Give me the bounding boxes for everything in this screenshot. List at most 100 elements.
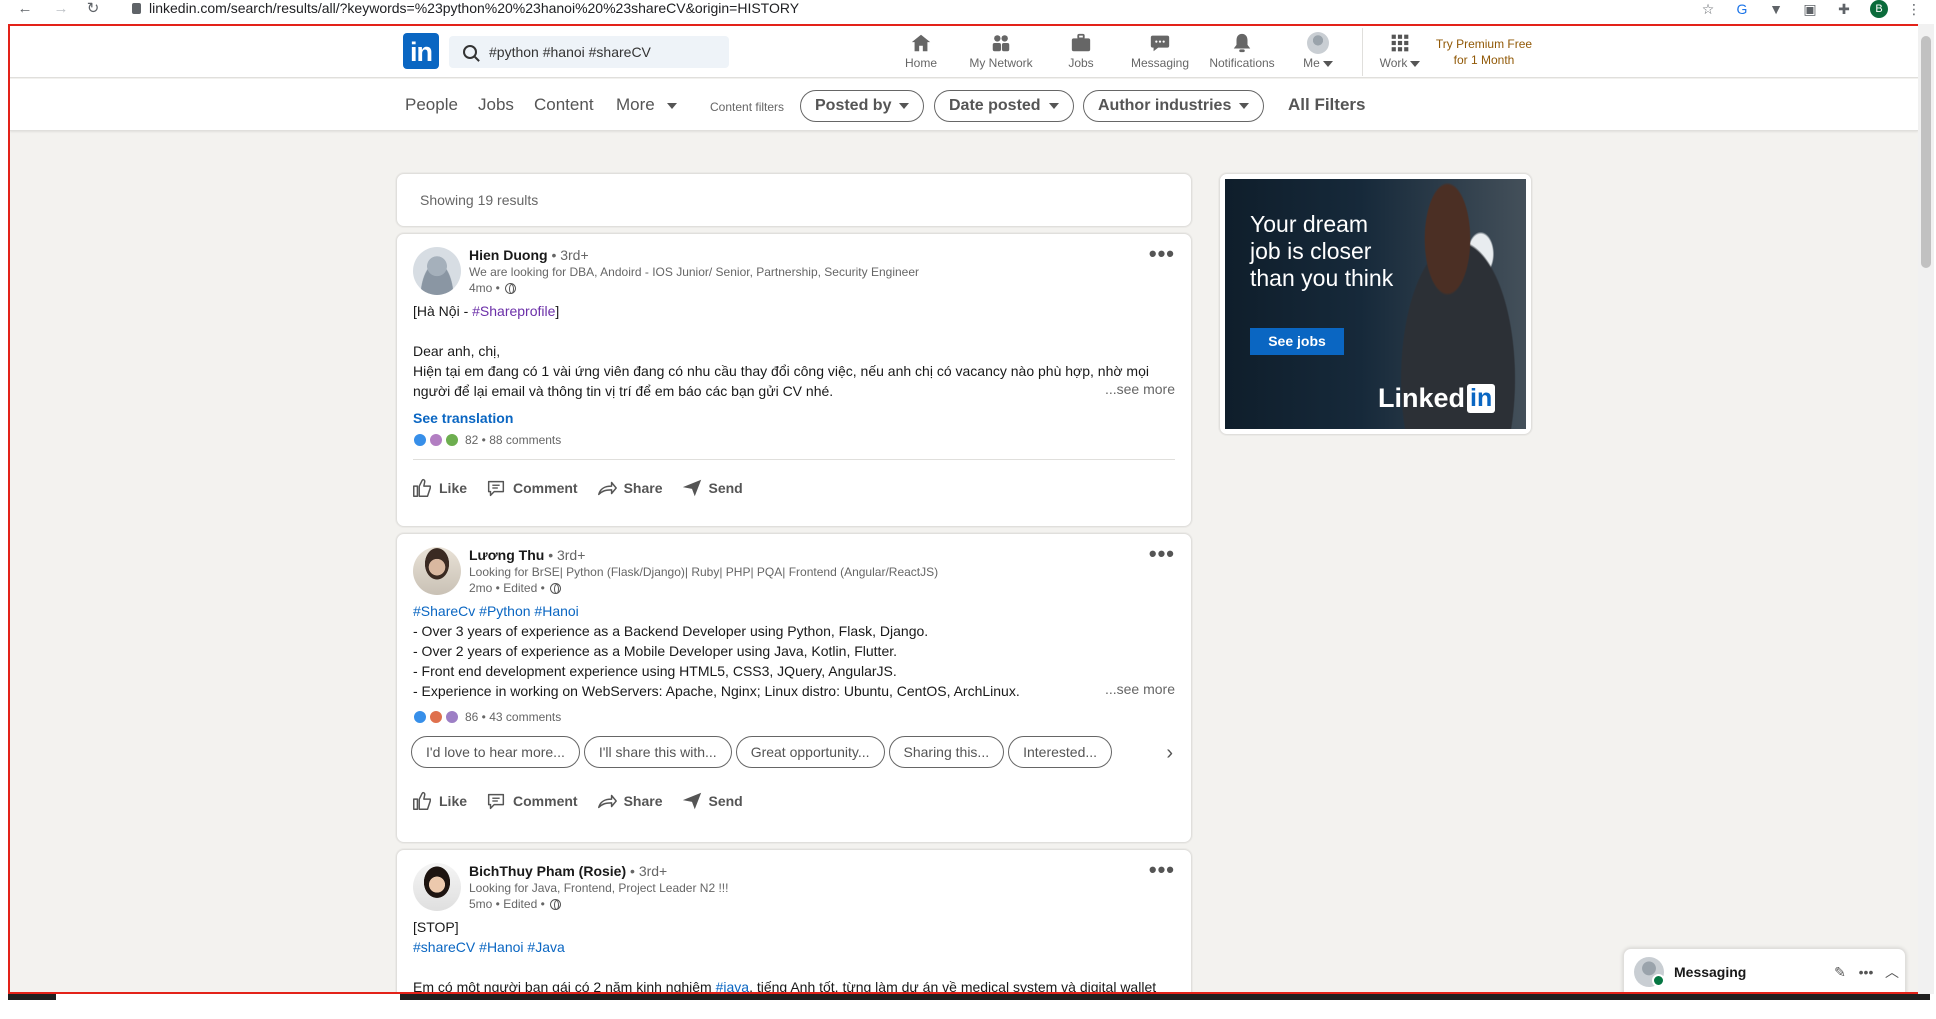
- linkedin-logo[interactable]: in: [403, 33, 439, 69]
- send-label: Send: [708, 793, 743, 809]
- see-more-link[interactable]: ...see more: [1105, 381, 1175, 397]
- author-avatar[interactable]: [413, 247, 461, 295]
- tab-jobs[interactable]: Jobs: [478, 95, 514, 115]
- author-avatar[interactable]: [413, 863, 461, 911]
- author-name[interactable]: Lương Thu • 3rd+: [469, 547, 585, 563]
- chevron-down-icon: [1322, 60, 1333, 67]
- more-options-icon[interactable]: •••: [1149, 543, 1175, 565]
- chevron-up-icon[interactable]: ︿: [1879, 962, 1905, 982]
- author-name[interactable]: Hien Duong • 3rd+: [469, 247, 589, 263]
- ad-banner[interactable]: Your dream job is closer than you think …: [1225, 179, 1526, 429]
- search-box[interactable]: [449, 36, 729, 68]
- scrollbar-thumb[interactable]: [1921, 36, 1931, 268]
- hashtag-link[interactable]: #shareCV: [413, 939, 475, 955]
- chevron-down-icon: [1239, 103, 1250, 109]
- filter-date-posted-label: Date posted: [949, 97, 1041, 114]
- post-time-text: 4mo •: [469, 281, 500, 295]
- browser-extensions: ☆ G ▼ ▣ ✚ B ⋮: [1700, 0, 1922, 18]
- more-options-icon[interactable]: •••: [1149, 243, 1175, 265]
- premium-link[interactable]: Try Premium Free for 1 Month: [1424, 36, 1544, 68]
- filter-author-industries[interactable]: Author industries: [1083, 90, 1265, 122]
- author-name[interactable]: BichThuy Pham (Rosie) • 3rd+: [469, 863, 667, 879]
- hashtag-link[interactable]: #Hanoi: [479, 939, 523, 955]
- post-line: [STOP]: [413, 919, 459, 935]
- tab-more[interactable]: More: [616, 95, 678, 115]
- author-avatar[interactable]: [413, 547, 461, 595]
- nav-jobs[interactable]: Jobs: [1062, 30, 1100, 76]
- like-button[interactable]: Like: [411, 789, 467, 813]
- nav-home[interactable]: Home: [896, 30, 946, 76]
- like-button[interactable]: Like: [411, 476, 467, 500]
- filter-date-posted[interactable]: Date posted: [934, 90, 1074, 122]
- shield-icon[interactable]: ▼: [1768, 1, 1784, 17]
- back-icon[interactable]: ←: [12, 0, 38, 18]
- hashtag-link[interactable]: #java: [716, 979, 749, 992]
- social-counts[interactable]: 86 • 43 comments: [413, 710, 561, 724]
- suggested-comment[interactable]: I'll share this with...: [583, 736, 732, 768]
- send-button[interactable]: Send: [681, 789, 743, 813]
- all-filters-button[interactable]: All Filters: [1288, 95, 1365, 115]
- tab-people[interactable]: People: [405, 95, 458, 115]
- hashtag-link[interactable]: #Python: [479, 603, 530, 619]
- ad-card[interactable]: Your dream job is closer than you think …: [1219, 173, 1532, 435]
- comment-button[interactable]: Comment: [485, 476, 578, 500]
- share-icon: [597, 481, 617, 496]
- hashtag-link[interactable]: #Shareprofile: [472, 303, 555, 319]
- share-button[interactable]: Share: [596, 789, 663, 813]
- post-line: - Over 3 years of experience as a Backen…: [413, 623, 929, 639]
- messaging-label: Messaging: [1674, 964, 1747, 980]
- suggested-comment[interactable]: Sharing this...: [888, 736, 1005, 768]
- post-line: Dear anh, chị,: [413, 343, 501, 359]
- messaging-overlay[interactable]: Messaging ✎ ••• ︿: [1623, 948, 1906, 992]
- social-counts[interactable]: 82 • 88 comments: [413, 433, 561, 447]
- share-button[interactable]: Share: [596, 476, 663, 500]
- profile-avatar[interactable]: B: [1870, 0, 1888, 18]
- more-options-icon[interactable]: •••: [1853, 964, 1879, 980]
- see-translation-link[interactable]: See translation: [413, 410, 513, 426]
- nav-notifications[interactable]: Notifications: [1206, 30, 1278, 76]
- tab-content[interactable]: Content: [534, 95, 594, 115]
- comment-icon: [487, 480, 505, 497]
- see-jobs-button[interactable]: See jobs: [1250, 328, 1344, 355]
- address-bar[interactable]: linkedin.com/search/results/all/?keyword…: [132, 0, 799, 16]
- divider: [413, 459, 1175, 460]
- chevron-down-icon: [899, 103, 910, 109]
- see-more-link[interactable]: ...see more: [1105, 681, 1175, 697]
- more-options-icon[interactable]: •••: [1149, 859, 1175, 881]
- compose-icon[interactable]: ✎: [1827, 964, 1853, 981]
- nav-jobs-label: Jobs: [1068, 56, 1094, 70]
- puzzle-icon[interactable]: ✚: [1836, 1, 1852, 17]
- nav-my-network[interactable]: My Network: [960, 30, 1042, 76]
- linkedin-ad-logo: Linked in: [1378, 383, 1496, 414]
- premium-line1: Try Premium Free: [1435, 37, 1533, 51]
- nav-messaging[interactable]: Messaging: [1128, 30, 1192, 76]
- nav-work[interactable]: Work: [1376, 30, 1424, 76]
- menu-icon[interactable]: ⋮: [1906, 1, 1922, 17]
- translate-icon[interactable]: G: [1734, 1, 1750, 17]
- picture-in-picture-icon[interactable]: ▣: [1802, 1, 1818, 17]
- search-input[interactable]: [489, 44, 709, 60]
- star-icon[interactable]: ☆: [1700, 1, 1716, 17]
- nav-me[interactable]: Me: [1298, 30, 1338, 76]
- page-scrollbar[interactable]: [1918, 24, 1934, 994]
- browser-toolbar: ← → ↻ linkedin.com/search/results/all/?k…: [0, 0, 1936, 18]
- insightful-reaction-icon: [429, 433, 443, 447]
- filter-posted-by[interactable]: Posted by: [800, 90, 925, 122]
- linkedin-page: in Home My Network Jobs: [8, 24, 1920, 994]
- chevron-down-icon: [667, 102, 678, 109]
- reload-icon[interactable]: ↻: [80, 0, 106, 18]
- suggested-comment[interactable]: Great opportunity...: [735, 736, 885, 768]
- forward-icon[interactable]: →: [48, 0, 74, 18]
- home-icon: [909, 31, 933, 55]
- suggested-comment[interactable]: I'd love to hear more...: [411, 736, 580, 768]
- hashtag-link[interactable]: #Java: [527, 939, 564, 955]
- chevron-right-icon[interactable]: ›: [1166, 742, 1173, 765]
- post-card: Hien Duong • 3rd+ We are looking for DBA…: [396, 233, 1192, 527]
- send-button[interactable]: Send: [681, 476, 743, 500]
- celebrate-reaction-icon: [445, 433, 459, 447]
- comment-button[interactable]: Comment: [485, 789, 578, 813]
- hashtag-link[interactable]: #ShareCv: [413, 603, 475, 619]
- post-line-text: ]: [555, 303, 560, 319]
- suggested-comment[interactable]: Interested...: [1008, 736, 1113, 768]
- hashtag-link[interactable]: #Hanoi: [534, 603, 578, 619]
